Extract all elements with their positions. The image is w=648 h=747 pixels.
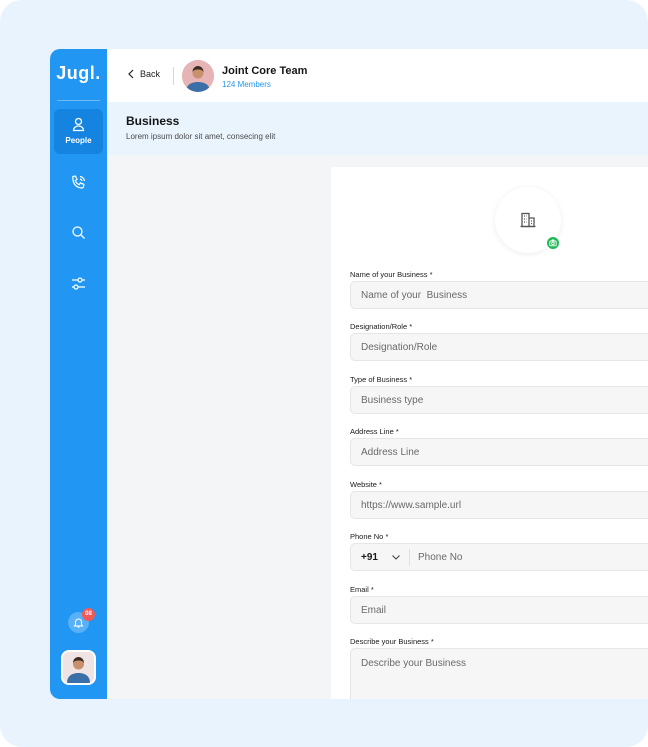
sidebar-item-label: People <box>65 136 92 145</box>
header-divider <box>173 67 174 85</box>
team-name: Joint Core Team <box>222 65 308 77</box>
sliders-icon[interactable] <box>70 275 87 292</box>
country-code-select[interactable]: +91 <box>361 552 378 563</box>
page-subtitle: Lorem ipsum dolor sit amet, consecing el… <box>126 132 276 141</box>
search-icon[interactable] <box>70 224 87 241</box>
designation-label: Designation/Role * <box>350 322 413 331</box>
designation-input[interactable] <box>350 333 648 361</box>
back-label: Back <box>140 69 161 79</box>
chevron-left-icon <box>128 69 134 79</box>
app-window: Jugl. People 08 Back Joint Core Team 124… <box>50 49 648 699</box>
user-avatar[interactable] <box>61 650 96 685</box>
notification-badge: 08 <box>82 608 95 621</box>
page-background: Jugl. People 08 Back Joint Core Team 124… <box>0 0 648 747</box>
phone-label: Phone No * <box>350 532 389 541</box>
section-header: Business Lorem ipsum dolor sit amet, con… <box>107 102 648 155</box>
address-input[interactable] <box>350 438 648 466</box>
avatar-image <box>63 652 94 683</box>
phone-field: +91 <box>350 543 648 571</box>
phone-input[interactable] <box>411 544 648 570</box>
team-avatar <box>182 60 214 92</box>
camera-icon <box>549 239 557 247</box>
phone-icon[interactable] <box>70 174 87 191</box>
team-member-count[interactable]: 124 Members <box>222 80 271 89</box>
phone-divider <box>409 549 410 566</box>
business-name-label: Name of your Business * <box>350 270 433 279</box>
description-label: Describe your Business * <box>350 637 434 646</box>
camera-button[interactable] <box>545 235 561 251</box>
business-form-card: Name of your Business * Designation/Role… <box>331 167 648 699</box>
people-icon <box>72 117 85 132</box>
app-logo: Jugl. <box>56 63 101 83</box>
page-title: Business <box>126 114 180 128</box>
sidebar: Jugl. People 08 <box>50 49 107 699</box>
content-area: Name of your Business * Designation/Role… <box>107 155 648 699</box>
building-icon <box>520 212 536 228</box>
website-input[interactable] <box>350 491 648 519</box>
back-button[interactable]: Back <box>127 69 160 79</box>
business-name-input[interactable] <box>350 281 648 309</box>
bell-icon <box>73 618 84 628</box>
address-label: Address Line * <box>350 427 399 436</box>
business-type-input[interactable] <box>350 386 648 414</box>
email-input[interactable] <box>350 596 648 624</box>
sidebar-item-people[interactable]: People <box>54 109 103 154</box>
business-type-label: Type of Business * <box>350 375 413 384</box>
description-textarea[interactable] <box>350 648 648 699</box>
website-label: Website * <box>350 480 382 489</box>
sidebar-divider <box>57 100 100 101</box>
email-label: Email * <box>350 585 374 594</box>
top-header: Back Joint Core Team 124 Members <box>107 49 648 102</box>
chevron-down-icon[interactable] <box>391 553 401 561</box>
